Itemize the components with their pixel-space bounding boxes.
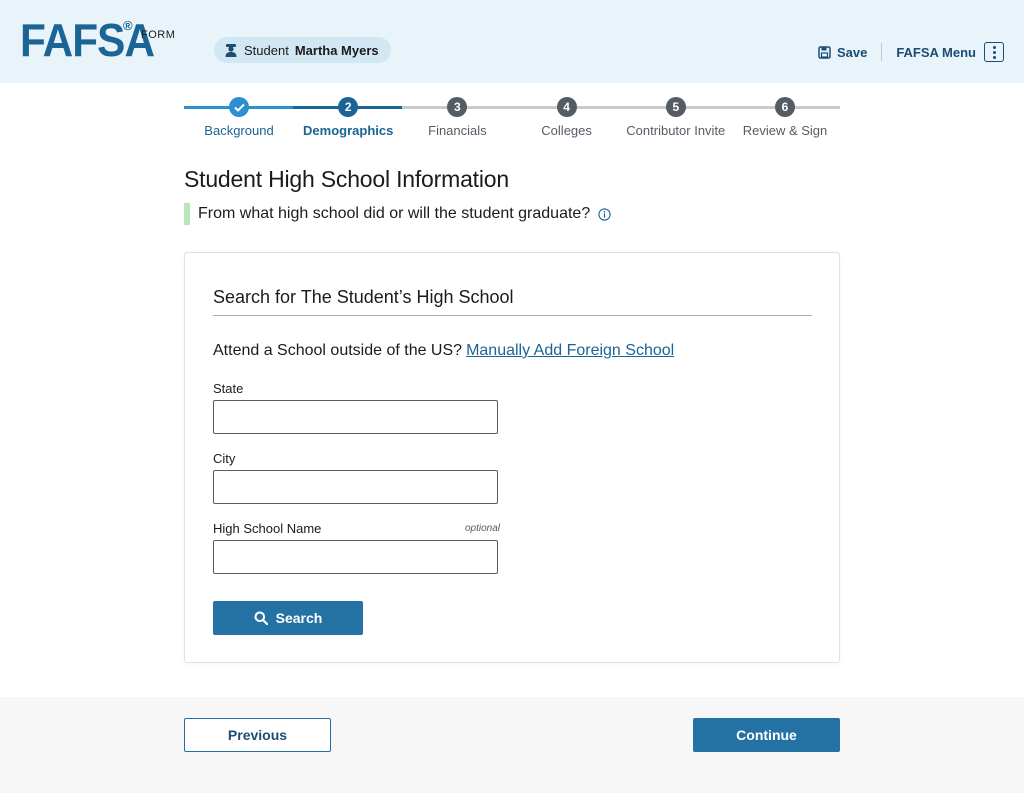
- step-label: Review & Sign: [742, 123, 828, 138]
- step-number: 4: [556, 97, 577, 117]
- continue-button[interactable]: Continue: [693, 718, 840, 752]
- save-icon: [818, 45, 831, 59]
- kebab-menu-icon: [984, 42, 1004, 62]
- city-label: City: [213, 451, 236, 466]
- fafsa-logo[interactable]: FAFSA ® FORM: [20, 14, 175, 66]
- save-button[interactable]: Save: [818, 45, 867, 60]
- step-label: Demographics: [303, 123, 394, 138]
- search-button[interactable]: Search: [213, 601, 363, 635]
- info-icon[interactable]: [598, 207, 611, 221]
- search-label: Search: [275, 610, 323, 626]
- student-badge: Student Martha Myers: [214, 37, 391, 63]
- step-label: Financials: [428, 123, 487, 138]
- step-colleges: 4 Colleges: [512, 97, 622, 138]
- step-review-sign: 6 Review & Sign: [730, 97, 840, 138]
- question-row: From what high school did or will the st…: [184, 203, 611, 225]
- save-label: Save: [836, 44, 868, 60]
- logo-form-label: FORM: [141, 29, 176, 41]
- optional-hint: optional: [464, 523, 500, 534]
- state-input[interactable]: [213, 400, 498, 434]
- city-input[interactable]: [213, 470, 498, 504]
- step-demographics: 2 Demographics: [293, 97, 403, 138]
- student-icon: [225, 44, 237, 57]
- checkmark-icon: [229, 97, 249, 117]
- previous-button[interactable]: Previous: [184, 718, 331, 752]
- step-contributor-invite: 5 Contributor Invite: [621, 97, 731, 138]
- step-label: Colleges: [541, 123, 592, 138]
- student-name: Martha Myers: [294, 42, 379, 58]
- logo-text: FAFSA: [20, 14, 155, 66]
- step-number: 2: [338, 97, 359, 117]
- manually-add-foreign-school-link[interactable]: Manually Add Foreign School: [466, 342, 674, 359]
- school-search-card: Search for The Student’s High School Att…: [184, 252, 840, 663]
- fafsa-menu-button[interactable]: FAFSA Menu: [896, 42, 1004, 62]
- page-footer: Previous Continue: [0, 697, 1024, 793]
- card-title: Search for The Student’s High School: [213, 287, 514, 307]
- question-text: From what high school did or will the st…: [198, 205, 591, 222]
- step-label: Contributor Invite: [626, 123, 726, 138]
- state-label: State: [213, 381, 244, 396]
- card-divider: [213, 315, 812, 316]
- step-financials: 3 Financials: [402, 97, 512, 138]
- question-accent-bar: [184, 203, 190, 225]
- step-number: 6: [775, 97, 795, 117]
- step-number: 5: [665, 97, 686, 117]
- menu-label: FAFSA Menu: [896, 44, 976, 60]
- step-label: Background: [204, 123, 274, 138]
- search-icon: [254, 611, 268, 625]
- header-divider: [881, 43, 883, 61]
- logo-registered-mark: ®: [123, 18, 133, 33]
- high-school-name-label: High School Name: [213, 521, 322, 536]
- app-header: FAFSA ® FORM Student Martha Myers Save F…: [0, 0, 1024, 83]
- step-number: 3: [447, 97, 468, 117]
- foreign-school-prompt: Attend a School outside of the US?: [213, 342, 463, 359]
- page-title: Student High School Information: [184, 166, 509, 192]
- progress-stepper: Background 2 Demographics 3 Financials 4 Colle…: [184, 97, 840, 141]
- step-background[interactable]: Background: [184, 97, 294, 138]
- student-prefix: Student: [244, 42, 289, 58]
- foreign-school-row: Attend a School outside of the US? Manual…: [213, 342, 674, 360]
- high-school-name-input[interactable]: [213, 540, 498, 574]
